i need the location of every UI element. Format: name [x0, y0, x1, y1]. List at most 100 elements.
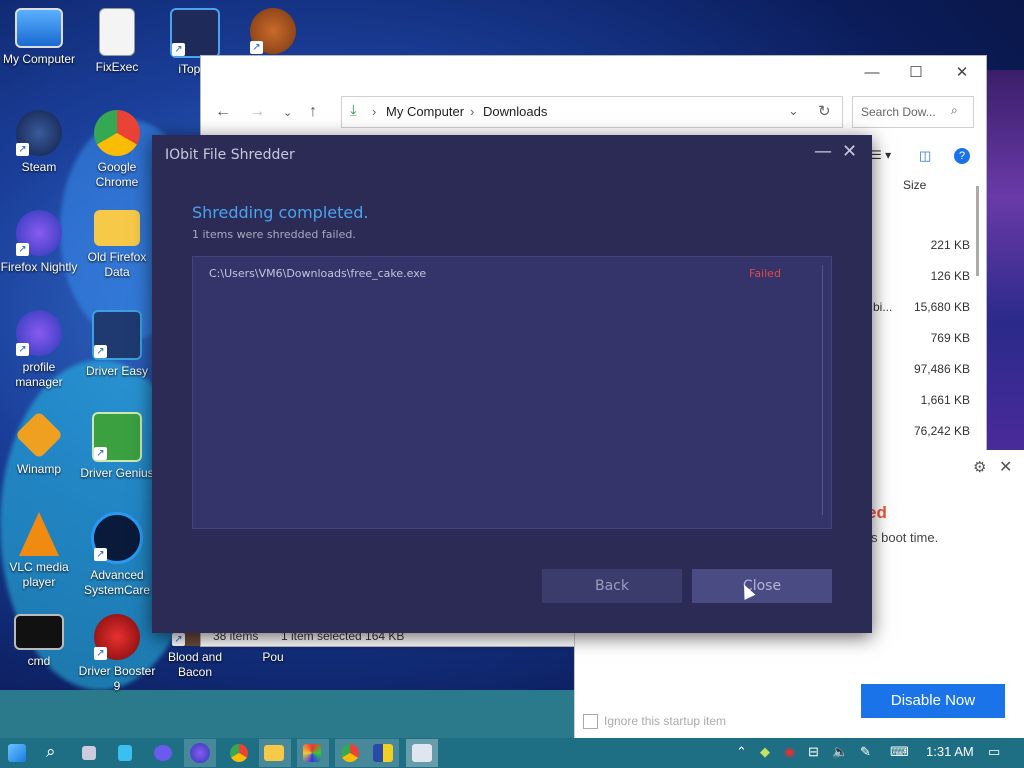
close-icon[interactable]: ✕ [999, 457, 1012, 477]
desktop-icon-driver-genius[interactable]: ↗ Driver Genius [78, 412, 156, 481]
desktop-icon-profile-manager[interactable]: ↗ profile manager [0, 310, 78, 390]
network-icon[interactable]: ⊟ [808, 744, 819, 760]
chat-icon[interactable] [154, 745, 172, 761]
address-bar[interactable]: ⤓ › My Computer › Downloads ⌄ ↻ [341, 96, 843, 128]
back-button[interactable]: Back [542, 569, 682, 603]
task-view-icon[interactable] [82, 746, 96, 760]
search-placeholder: Search Dow... [861, 105, 936, 119]
pen-icon[interactable]: ✎ [860, 744, 871, 760]
breadcrumb-my-computer[interactable]: My Computer [386, 104, 464, 119]
file-path: C:\Users\VM6\Downloads\free_cake.exe [209, 267, 427, 280]
desktop-icon-steam[interactable]: ↗ Steam [0, 110, 78, 175]
scrollbar[interactable] [822, 265, 823, 515]
chrome-icon [94, 110, 140, 156]
ignore-label: Ignore this startup item [604, 714, 727, 728]
gear-icon[interactable]: ⚙ [973, 458, 986, 476]
start-icon[interactable] [8, 744, 26, 762]
file-shredder-dialog: IObit File Shredder — ✕ Shredding comple… [152, 135, 872, 633]
ignore-startup-checkbox[interactable]: Ignore this startup item [583, 714, 727, 730]
desktop-icon-label: Firefox Nightly [0, 260, 78, 274]
clock[interactable]: 1:31 AM [926, 744, 974, 759]
close-button[interactable]: ✕ [942, 60, 982, 86]
shortcut-arrow-icon: ↗ [16, 343, 29, 356]
disable-now-button[interactable]: Disable Now [861, 684, 1005, 718]
view-options-icon[interactable]: ☰ ▾ [871, 148, 891, 162]
file-size: 126 KB [930, 269, 970, 283]
shortcut-arrow-icon: ↗ [172, 43, 185, 56]
explorer-navbar: ← → ⌄ ↑ ⤓ › My Computer › Downloads ⌄ ↻ … [201, 96, 986, 130]
colorful-app-icon [303, 744, 321, 762]
desktop-icon-label: FixExec [95, 60, 139, 74]
desktop-icon-label: Google Chrome [95, 160, 139, 189]
minimize-button[interactable]: — [852, 60, 892, 86]
equalizer-icon [373, 744, 393, 762]
desktop-icon-label: Old Firefox Data [87, 250, 147, 279]
widgets-icon[interactable] [118, 745, 132, 761]
forward-arrow-icon[interactable]: → [249, 103, 265, 121]
desktop-icon-cmd[interactable]: cmd [0, 614, 78, 669]
minimize-button[interactable]: — [814, 141, 832, 162]
wallpaper-edge [985, 70, 1024, 450]
dialog-title: IObit File Shredder [165, 147, 295, 163]
volume-icon[interactable]: 🔈 [832, 744, 848, 760]
desktop-icon-vlc[interactable]: VLC media player [0, 512, 78, 590]
file-size: 769 KB [930, 331, 970, 345]
help-icon[interactable]: ? [954, 148, 970, 164]
shortcut-arrow-icon: ↗ [94, 447, 107, 460]
breadcrumb-downloads[interactable]: Downloads [483, 104, 547, 119]
desktop-icon-label: Pou [262, 650, 284, 664]
desktop-icon-driver-easy[interactable]: ↗ Driver Easy [78, 310, 156, 379]
desktop-icon-chrome[interactable]: Google Chrome [78, 110, 156, 190]
preview-pane-icon[interactable]: ◫ [919, 148, 931, 164]
search-icon[interactable]: ⌕ [46, 742, 56, 762]
tray-app-icon[interactable]: ◆ [760, 744, 770, 760]
chevron-up-icon[interactable]: ⌃ [736, 744, 747, 760]
driver-easy-icon: ↗ [92, 310, 142, 360]
file-size: 221 KB [930, 238, 970, 252]
firefox-icon: ↗ [16, 310, 62, 356]
notification-icon[interactable]: ▭ [988, 744, 1000, 760]
notification-text: s boot time. [871, 530, 939, 545]
close-icon[interactable]: ✕ [842, 141, 857, 162]
back-arrow-icon[interactable]: ← [215, 103, 231, 121]
traffic-cone-icon [19, 512, 59, 556]
status-badge: Failed [749, 267, 781, 280]
desktop-icon-driver-booster[interactable]: ↗ Driver Booster 9 [78, 614, 156, 694]
desktop-icon-fixexec[interactable]: FixExec [78, 8, 156, 75]
result-heading: Shredding completed. [192, 203, 369, 222]
column-header-size[interactable]: Size [903, 178, 926, 192]
driver-booster-icon: ↗ [94, 614, 140, 660]
search-input[interactable]: Search Dow... ⌕ [852, 96, 974, 128]
desktop-icon-label: My Computer [2, 52, 76, 66]
systemcare-icon: ↗ [91, 512, 143, 564]
desktop-icon-my-computer[interactable]: My Computer [0, 8, 78, 67]
chrome-icon[interactable] [230, 744, 248, 762]
maximize-button[interactable]: ☐ [896, 60, 936, 86]
close-button[interactable]: Close [692, 569, 832, 603]
desktop-icon-advanced-systemcare[interactable]: ↗ Advanced SystemCare [78, 512, 156, 598]
desktop-icon-label: VLC media player [9, 560, 69, 589]
search-icon: ⌕ [951, 103, 958, 117]
desktop-icon-winamp[interactable]: Winamp [0, 410, 78, 477]
chevron-down-icon[interactable]: ⌄ [788, 103, 799, 119]
terminal-icon [14, 614, 64, 650]
download-icon: ⤓ [350, 102, 357, 119]
result-list: C:\Users\VM6\Downloads\free_cake.exe Fai… [192, 256, 832, 529]
up-arrow-icon[interactable]: ↑ [309, 103, 317, 121]
keyboard-icon[interactable]: ⌨ [890, 744, 909, 760]
tray-app-icon[interactable]: ◉ [784, 744, 795, 760]
scrollbar[interactable] [976, 186, 979, 276]
desktop-icon-old-firefox-data[interactable]: Old Firefox Data [78, 210, 156, 280]
file-size: 1,661 KB [920, 393, 970, 407]
breadcrumb-separator-icon: › [372, 104, 377, 119]
chevron-down-icon[interactable]: ⌄ [283, 106, 292, 119]
result-subtext: 1 items were shredded failed. [192, 228, 356, 241]
desktop-icon-tf2[interactable]: ↗ [234, 8, 312, 58]
refresh-icon[interactable]: ↻ [818, 102, 831, 120]
checkbox-icon [583, 714, 598, 730]
shortcut-arrow-icon: ↗ [94, 548, 107, 561]
shortcut-arrow-icon: ↗ [16, 243, 29, 256]
desktop-icon-firefox-nightly[interactable]: ↗ Firefox Nightly [0, 210, 78, 275]
desktop-icon-label: Steam [21, 160, 57, 174]
game-logo-icon: ↗ [250, 8, 296, 54]
